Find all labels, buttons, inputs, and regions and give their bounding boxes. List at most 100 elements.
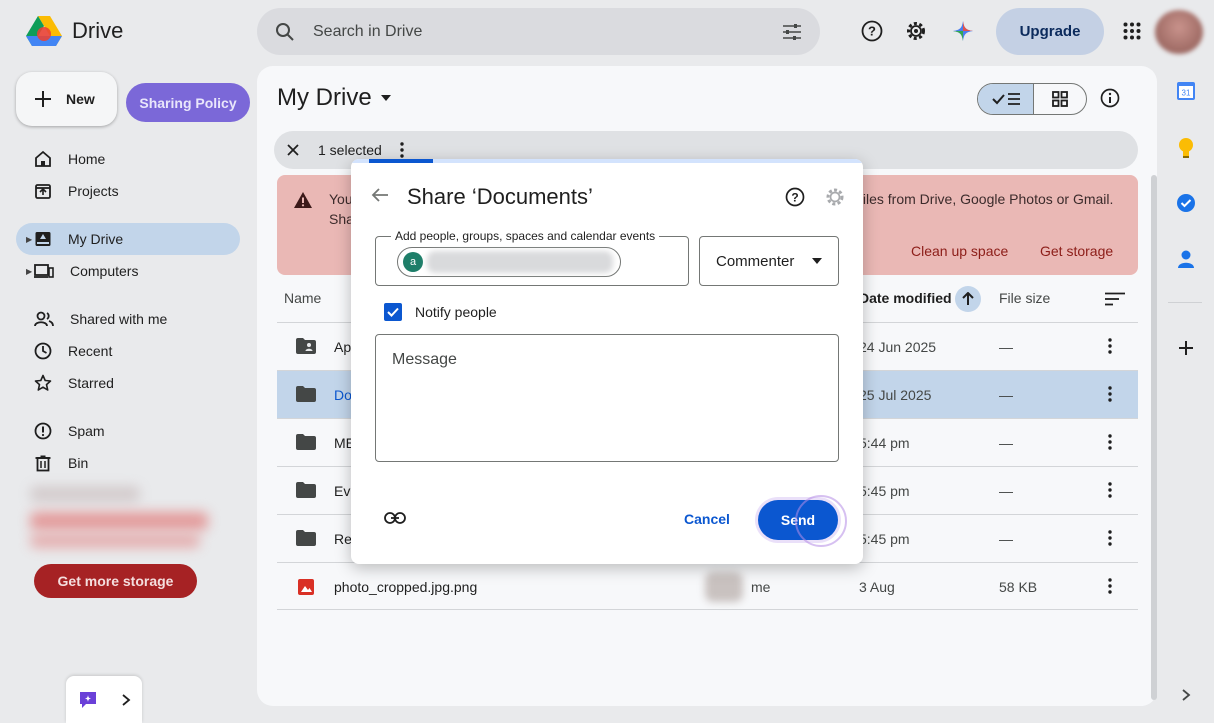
- row-more-icon[interactable]: [1103, 482, 1117, 498]
- column-header-size[interactable]: File size: [999, 290, 1050, 306]
- banner-text-start: You: [329, 191, 353, 207]
- row-more-icon[interactable]: [1103, 530, 1117, 546]
- sidebar-item-starred[interactable]: Starred: [16, 367, 240, 399]
- get-more-storage-button[interactable]: Get more storage: [34, 564, 197, 598]
- search-bar[interactable]: Search in Drive: [257, 8, 820, 55]
- row-date: 5:45 pm: [859, 483, 910, 499]
- chat-assistant-icon[interactable]: [77, 689, 99, 711]
- sort-options-icon[interactable]: [1105, 292, 1125, 306]
- sort-ascending-icon[interactable]: [955, 286, 981, 312]
- contacts-icon[interactable]: [1177, 249, 1195, 269]
- gemini-icon[interactable]: [947, 15, 979, 47]
- search-icon[interactable]: [275, 22, 295, 42]
- dialog-title: Share ‘Documents’: [407, 184, 593, 209]
- sidebar-item-label: Bin: [68, 455, 89, 471]
- row-more-icon[interactable]: [1103, 386, 1117, 402]
- help-icon[interactable]: ?: [785, 187, 805, 207]
- storage-label-redacted: [30, 486, 140, 502]
- scrollbar[interactable]: [1151, 175, 1157, 700]
- caret-down-icon: [380, 95, 391, 101]
- sidebar-item-label: Spam: [68, 423, 105, 439]
- notify-label: Notify people: [415, 304, 497, 320]
- row-date: 5:44 pm: [859, 435, 910, 451]
- svg-text:?: ?: [791, 190, 798, 204]
- folder-icon: [296, 386, 316, 402]
- page-title[interactable]: My Drive: [277, 84, 392, 112]
- home-icon: [35, 150, 51, 167]
- view-toggle[interactable]: [977, 83, 1087, 115]
- row-more-icon[interactable]: [1103, 434, 1117, 450]
- svg-text:?: ?: [868, 24, 876, 39]
- drive-logo-icon: [26, 16, 62, 46]
- app-name: Drive: [72, 18, 124, 43]
- new-button[interactable]: New: [16, 72, 117, 126]
- row-size: —: [999, 387, 1013, 403]
- sidebar-item-my-drive[interactable]: ▶ My Drive: [16, 223, 240, 255]
- list-view-button[interactable]: [978, 84, 1034, 114]
- clear-selection-icon[interactable]: [286, 143, 300, 157]
- chevron-right-icon[interactable]: [120, 693, 132, 707]
- upgrade-button[interactable]: Upgrade: [996, 8, 1104, 55]
- expand-caret-icon[interactable]: ▶: [26, 235, 32, 244]
- calendar-icon[interactable]: 31: [1176, 81, 1196, 101]
- row-more-icon[interactable]: [1103, 578, 1117, 594]
- info-icon[interactable]: [1100, 88, 1120, 108]
- my-drive-icon: [35, 232, 51, 246]
- dropdown-arrow-icon: [812, 258, 823, 264]
- folder-icon: [296, 530, 316, 546]
- expand-panel-icon[interactable]: [1181, 688, 1191, 702]
- sidebar-item-computers[interactable]: ▶ Computers: [16, 255, 240, 287]
- sidebar-item-projects[interactable]: Projects: [16, 175, 240, 207]
- clean-up-space-link[interactable]: Clean up space: [911, 243, 1008, 259]
- apps-grid-icon[interactable]: [1116, 15, 1148, 47]
- share-settings-icon[interactable]: [825, 187, 845, 207]
- message-textarea[interactable]: Message: [375, 334, 839, 462]
- more-actions-icon[interactable]: [400, 142, 404, 158]
- cancel-button[interactable]: Cancel: [684, 511, 730, 527]
- help-icon[interactable]: ?: [856, 15, 888, 47]
- list-view-icon: [991, 93, 1020, 105]
- chat-chip[interactable]: [66, 676, 142, 723]
- share-dialog: Share ‘Documents’ ? Add people, groups, …: [351, 159, 863, 564]
- recipient-chip[interactable]: a: [397, 247, 621, 277]
- notify-checkbox[interactable]: [384, 303, 402, 321]
- tasks-icon[interactable]: [1176, 193, 1196, 213]
- rail-divider: [1168, 302, 1202, 303]
- computers-icon: [34, 264, 54, 278]
- column-header-date[interactable]: Date modified: [859, 290, 952, 306]
- folder-icon: [296, 434, 316, 450]
- row-date: 25 Jul 2025: [859, 387, 932, 403]
- column-header-name[interactable]: Name: [284, 290, 321, 306]
- expand-caret-icon[interactable]: ▶: [26, 267, 32, 276]
- search-input[interactable]: Search in Drive: [313, 23, 782, 41]
- get-storage-link[interactable]: Get storage: [1040, 243, 1113, 259]
- sidebar-item-label: Shared with me: [70, 311, 168, 327]
- sidebar-item-label: Computers: [70, 263, 139, 279]
- account-avatar[interactable]: [1155, 10, 1203, 54]
- recipient-email-redacted: [427, 251, 613, 273]
- drive-logo[interactable]: Drive: [26, 14, 123, 48]
- sharing-policy-button[interactable]: Sharing Policy: [126, 83, 250, 122]
- sidebar-item-spam[interactable]: Spam: [16, 415, 240, 447]
- sidebar-item-label: Projects: [68, 183, 119, 199]
- add-addon-icon[interactable]: [1178, 340, 1194, 356]
- sidebar-item-label: Starred: [68, 375, 114, 391]
- sidebar-item-home[interactable]: Home: [16, 143, 240, 175]
- row-owner: me: [751, 579, 771, 595]
- row-date: 24 Jun 2025: [859, 339, 937, 355]
- sidebar-item-recent[interactable]: Recent: [16, 335, 240, 367]
- copy-link-icon[interactable]: [384, 511, 406, 525]
- search-options-icon[interactable]: [782, 23, 802, 41]
- row-name: photo_cropped.jpg.png: [334, 579, 478, 595]
- keep-icon[interactable]: [1177, 137, 1195, 159]
- sidebar-item-shared[interactable]: Shared with me: [16, 303, 240, 335]
- grid-view-button[interactable]: [1034, 84, 1086, 114]
- row-more-icon[interactable]: [1103, 338, 1117, 354]
- role-value: Commenter: [716, 252, 795, 270]
- settings-icon[interactable]: [900, 15, 932, 47]
- row-name: Ap: [334, 339, 352, 355]
- back-arrow-icon[interactable]: [371, 187, 389, 203]
- role-dropdown[interactable]: Commenter: [699, 236, 839, 286]
- sidebar-item-bin[interactable]: Bin: [16, 447, 240, 479]
- plus-icon: [35, 91, 51, 107]
